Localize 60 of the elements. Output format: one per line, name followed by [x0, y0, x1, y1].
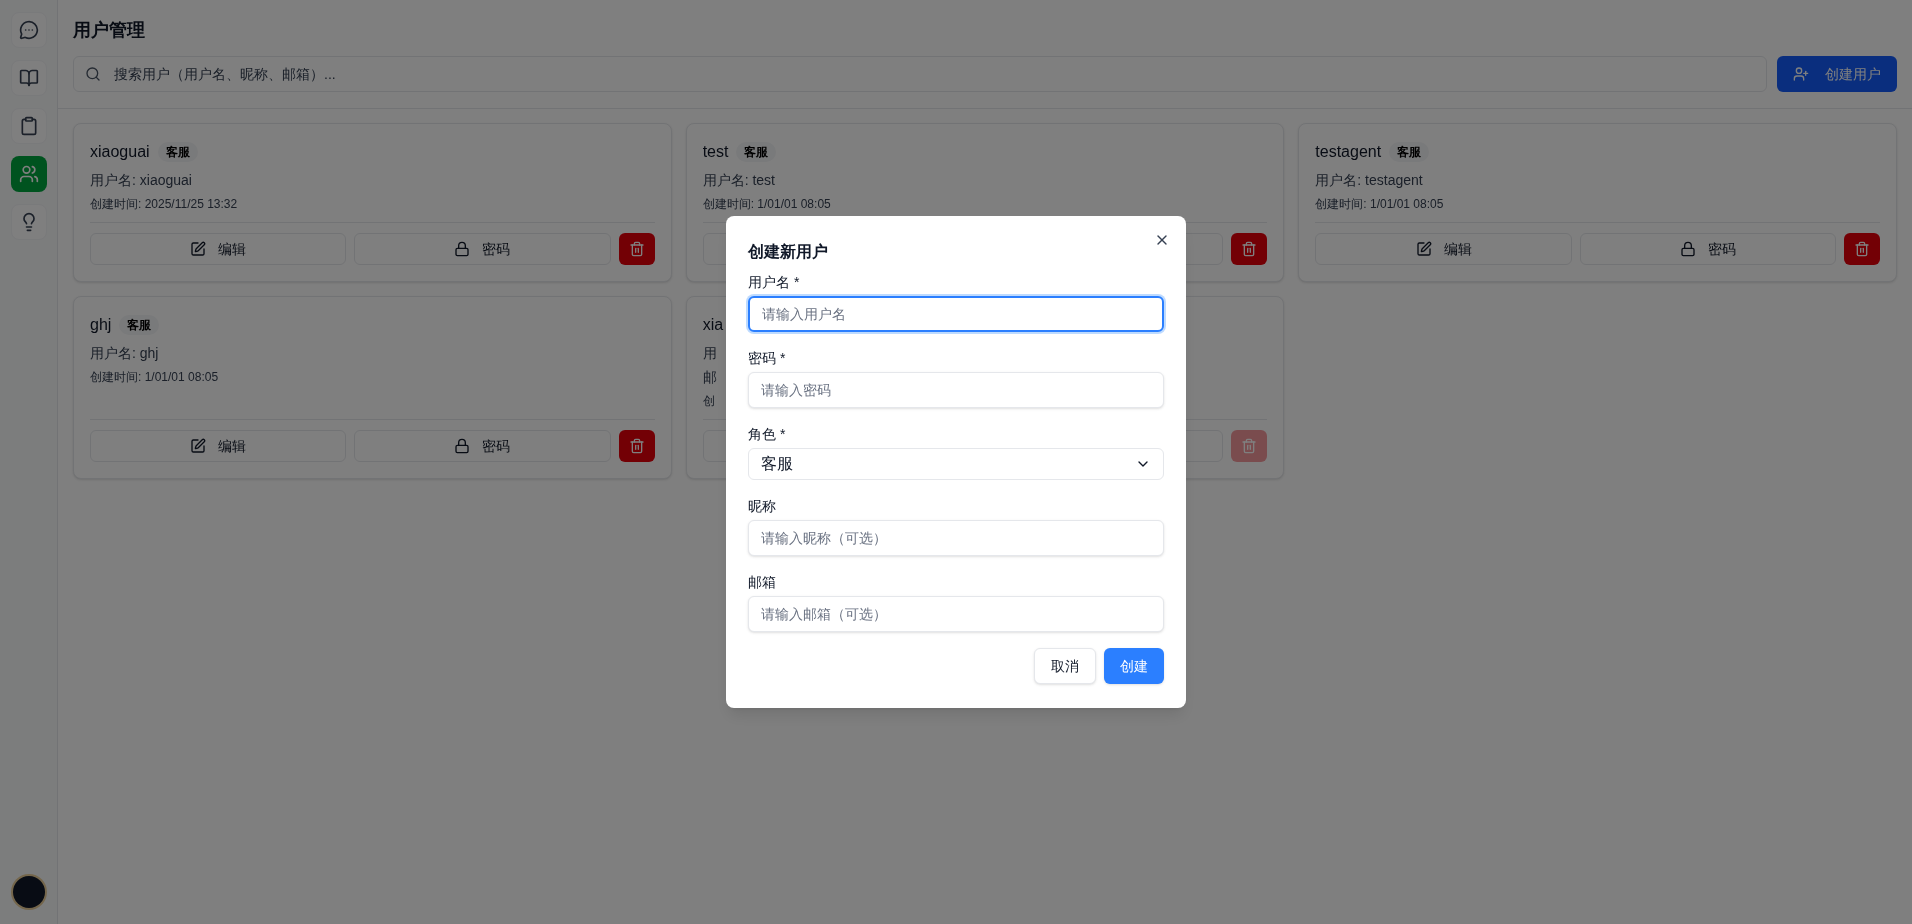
delete-button[interactable] [618, 430, 655, 462]
search-field[interactable]: 搜索用户（用户名、昵称、邮箱）... [73, 56, 1767, 92]
field-label: 昵称 [748, 497, 776, 516]
user-name: ghj [90, 315, 112, 335]
edit-icon [190, 241, 207, 257]
trash-icon [1854, 241, 1870, 257]
role-badge: 客服 [157, 142, 198, 162]
role-badge: 客服 [736, 142, 777, 162]
role-badge: 客服 [1389, 142, 1430, 162]
avatar[interactable] [12, 876, 45, 908]
password-button[interactable]: 密码 [1579, 233, 1836, 265]
role-select[interactable]: 客服 [748, 448, 1164, 480]
edit-button[interactable]: 编辑 [90, 430, 347, 462]
edit-button[interactable]: 编辑 [1315, 233, 1572, 265]
username-text: 用户名: ghj [90, 344, 159, 363]
create-user-button[interactable]: 创建用户 [1777, 56, 1897, 92]
delete-button[interactable] [1231, 233, 1268, 265]
created-time: 创建时间: 1/01/01 08:05 [1315, 196, 1444, 212]
created-time: 创建时间: 1/01/01 08:05 [90, 369, 219, 385]
chat-bubble-icon [18, 20, 39, 40]
username-text: 用户名: testagent [1315, 171, 1423, 190]
edit-button[interactable]: 编辑 [90, 233, 347, 265]
book-icon [18, 68, 39, 88]
created-time: 创建时间: 2025/11/25 13:32 [90, 196, 238, 212]
field-label: 用户名 * [748, 273, 800, 292]
input-field[interactable]: 请输入用户名 [748, 296, 1164, 332]
created-time: 创建时间: 1/01/01 08:05 [702, 196, 831, 212]
password-button[interactable]: 密码 [354, 233, 611, 265]
username-text: 用户名: xiaoguai [90, 171, 192, 190]
user-name: xiaoguai [90, 142, 150, 162]
trash-icon [628, 241, 645, 257]
username-text: 用 [702, 344, 717, 363]
created-time: 创 [702, 393, 715, 409]
password-button[interactable]: 密码 [354, 430, 611, 462]
lock-icon [454, 241, 471, 257]
create-button[interactable]: 创建 [1104, 648, 1164, 684]
cancel-button[interactable]: 取消 [1034, 648, 1096, 684]
user-name: test [702, 142, 729, 162]
user-plus-icon [1793, 66, 1809, 82]
delete-button[interactable] [618, 233, 655, 265]
lock-icon [454, 438, 471, 454]
field-label: 角色 * [748, 425, 786, 444]
lock-icon [1679, 241, 1696, 257]
trash-icon [628, 438, 645, 454]
field-label: 密码 * [748, 349, 786, 368]
edit-icon [190, 438, 207, 454]
trash-icon [1241, 241, 1258, 257]
email-text: 邮 [702, 368, 717, 387]
edit-icon [1415, 241, 1432, 257]
role-badge: 客服 [119, 315, 160, 335]
page-title: 用户管理 [73, 19, 146, 42]
username-text: 用户名: test [702, 171, 775, 190]
search-icon [85, 66, 101, 82]
field-label: 邮箱 [748, 573, 776, 592]
user-name: testagent [1315, 142, 1382, 162]
user-name: xia [702, 315, 724, 335]
nav-item[interactable] [10, 156, 47, 192]
users-icon [18, 164, 39, 184]
dialog-title: 创建新用户 [748, 242, 828, 262]
delete-button[interactable] [1844, 233, 1880, 265]
